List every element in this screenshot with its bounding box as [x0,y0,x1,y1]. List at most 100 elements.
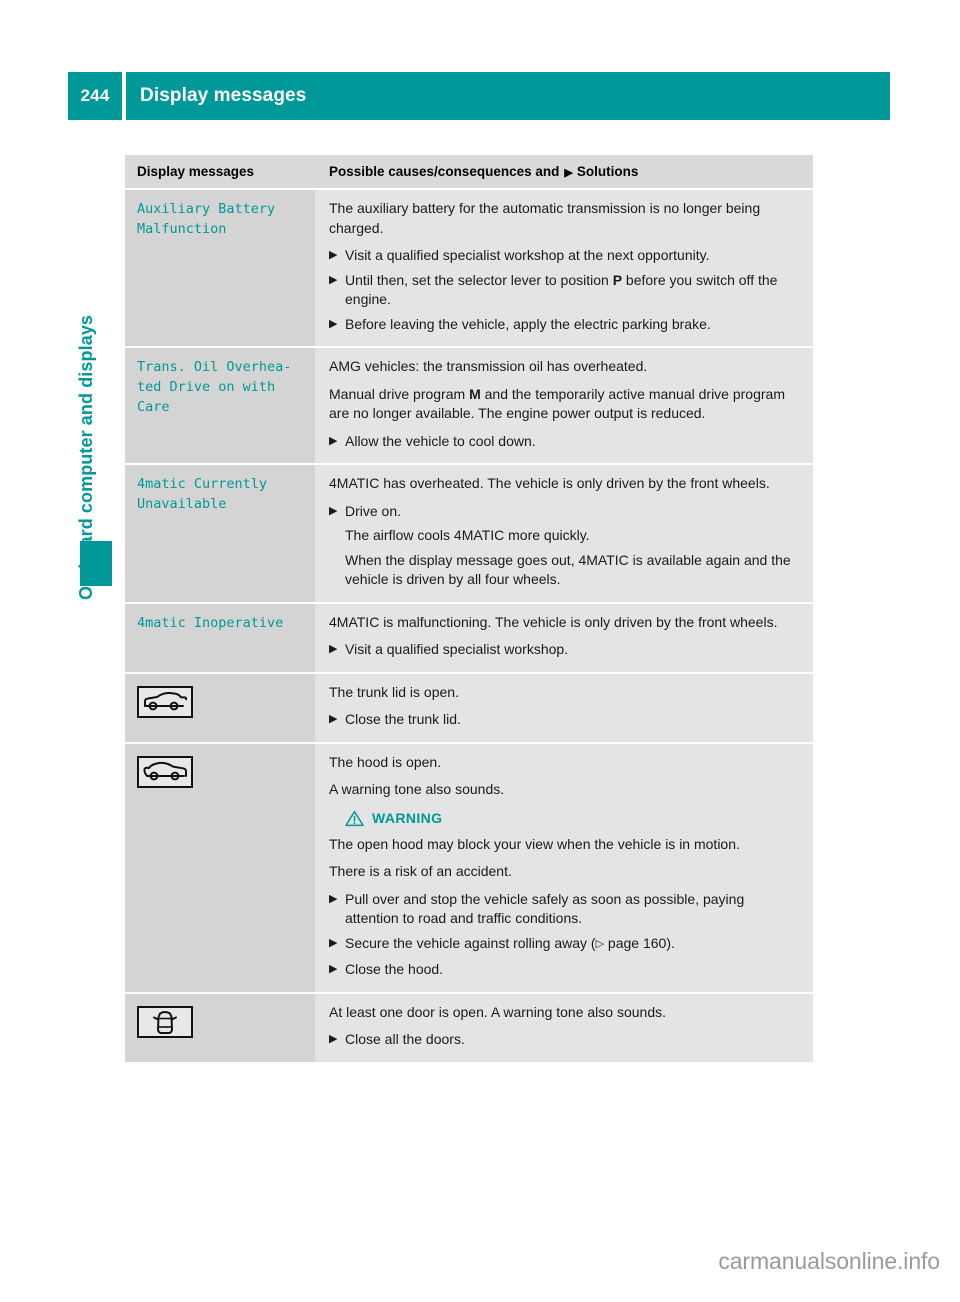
car-trunk-open-icon [137,685,193,718]
warning-label: WARNING [372,810,443,826]
solution-bullet: ▶ Close the trunk lid. [329,710,799,730]
chapter-marker [80,541,112,586]
table-row: Trans. Oil Overhea- ted Drive on with Ca… [125,346,813,464]
page-title: Display messages [140,85,307,106]
table-header: Display messages Possible causes/consequ… [125,155,813,189]
solution-bullet-text: Drive on. [345,502,402,519]
column-header-messages: Display messages [125,155,315,189]
solution-sub-line: The airflow cools 4MATIC more quickly. [345,527,590,543]
solution-bullet: ▶ Pull over and stop the vehicle safely a… [329,890,799,929]
column-header-solutions-suffix: Solutions [576,164,639,179]
table-row: The trunk lid is open. ▶ Close the trunk l… [125,671,813,743]
bullet-text-pre: Secure the vehicle against rolling away … [345,934,596,951]
solution-sub-line: When the display message goes out, 4MATI… [345,551,791,588]
message-cell [125,671,315,743]
bullet-arrow-icon: ▶ [329,713,338,725]
warning-notice: WARNING [329,810,799,827]
table-header-row: Display messages Possible causes/consequ… [125,155,813,189]
description-paragraph: AMG vehicles: the transmission oil has o… [329,358,648,374]
solution-bullet: ▶ Close all the doors. [329,1030,799,1050]
page-reference-icon: ▷ [595,937,605,950]
solution-bullet-text: Close the trunk lid. [345,711,461,727]
display-message-text: 4matic Inoperative [137,614,284,631]
column-header-solutions: Possible causes/consequences and ▶ Solutio… [315,155,813,189]
table-row: Auxiliary Battery Malfunction The auxilia… [125,188,813,347]
description-paragraph: A warning tone also sounds. [329,781,505,797]
solution-bullet-text: Secure the vehicle against rolling away … [345,934,799,956]
solution-bullet-text: Visit a qualified specialist workshop at… [345,247,710,263]
table-row: At least one door is open. A warning ton… [125,991,813,1062]
bullet-arrow-icon: ▶ [329,504,338,517]
gear-position-label: M [469,385,481,402]
solution-bullet-text: Allow the vehicle to cool down. [345,432,536,449]
description-paragraph: The hood is open. [329,753,442,770]
chapter-label: On-board computer and displays [75,314,96,600]
message-cell: 4matic Inoperative [125,601,315,673]
bullet-arrow-icon: ▶ [329,1033,338,1045]
description-paragraph: The trunk lid is open. [329,683,459,700]
solution-cell: The auxiliary battery for the automatic … [315,188,813,347]
car-door-open-icon [137,1005,193,1038]
solution-bullet-text: Until then, set the selector lever to po… [345,271,799,310]
bullet-arrow-icon: ▶ [329,963,338,975]
solution-cell: 4MATIC is malfunctioning. The vehicle is… [315,601,813,673]
solution-cell: The trunk lid is open. ▶ Close the trunk l… [315,671,813,743]
gear-position-label: P [612,271,623,288]
footer-watermark: carmanualsonline.info [718,1248,940,1274]
description-paragraph: 4MATIC has overheated. The vehicle is on… [329,475,770,491]
solution-bullet-text: Close all the doors. [345,1031,465,1047]
message-cell: Auxiliary Battery Malfunction [125,188,315,347]
message-cell: 4matic Currently Unavailable [125,463,315,603]
table-row: 4matic Currently Unavailable 4MATIC has o… [125,463,813,603]
description-paragraph: Manual drive program M and the temporari… [329,385,799,424]
column-header-solutions-prefix: Possible causes/consequences and [329,164,560,179]
bullet-arrow-icon: ▶ [329,892,338,905]
solution-cell: The hood is open. A warning tone also sou… [315,741,813,993]
table-row: The hood is open. A warning tone also sou… [125,741,813,993]
warning-triangle-icon [345,810,364,827]
solution-bullet: ▶ Before leaving the vehicle, apply the e… [329,315,799,335]
message-cell [125,991,315,1062]
bullet-arrow-icon: ▶ [329,434,338,447]
display-message-text: Trans. Oil Overhea- ted Drive on with Ca… [137,359,292,415]
solution-bullet-text: Before leaving the vehicle, apply the el… [345,315,711,332]
solution-bullet-text: Visit a qualified specialist workshop. [345,641,569,657]
description-paragraph: 4MATIC is malfunctioning. The vehicle is… [329,613,778,630]
solution-bullet: ▶ Until then, set the selector lever to p… [329,271,799,310]
chapter-side-tab: On-board computer and displays [60,160,112,600]
page-number: 244 [68,72,122,120]
bullet-arrow-icon: ▶ [329,936,338,949]
bullet-arrow-icon: ▶ [329,273,338,286]
display-messages-table: Display messages Possible causes/consequ… [125,155,813,1062]
page-reference-text[interactable]: page 160). [604,935,675,951]
solution-cell: At least one door is open. A warning ton… [315,991,813,1062]
description-paragraph: There is a risk of an accident. [329,863,512,879]
solution-bullet: ▶ Allow the vehicle to cool down. [329,432,799,452]
message-cell: Trans. Oil Overhea- ted Drive on with Ca… [125,346,315,464]
solution-bullet: ▶ Drive on. [329,502,799,522]
header-title-bar: Display messages [126,72,890,120]
solution-bullet-text: Pull over and stop the vehicle safely as… [345,890,745,927]
bullet-arrow-icon: ▶ [329,643,338,655]
table-row: 4matic Inoperative 4MATIC is malfunctioni… [125,601,813,673]
bullet-arrow-icon: ▶ [329,249,338,261]
solution-bullet: ▶ Secure the vehicle against rolling away… [329,934,799,956]
table-body: Auxiliary Battery Malfunction The auxilia… [125,188,813,1062]
solution-cell: 4MATIC has overheated. The vehicle is on… [315,463,813,603]
bullet-text-pre: Until then, set the selector lever to po… [345,271,613,288]
solution-cell: AMG vehicles: the transmission oil has o… [315,346,813,464]
solution-bullet: ▶ Close the hood. [329,960,799,980]
car-hood-open-icon [137,755,193,788]
description-paragraph: The auxiliary battery for the automatic … [329,200,761,236]
paragraph-text-pre: Manual drive program [329,385,470,402]
display-message-text: Auxiliary Battery Malfunction [137,201,276,237]
solution-bullet: ▶ Visit a qualified specialist workshop a… [329,246,799,266]
display-message-text: 4matic Currently Unavailable [137,476,268,512]
bullet-arrow-icon: ▶ [329,317,338,330]
description-paragraph: At least one door is open. A warning ton… [329,1003,667,1020]
page-header: 244 Display messages [68,72,890,120]
solution-arrow-icon: ▶ [564,167,573,179]
solution-bullet-text: Close the hood. [345,961,444,977]
description-paragraph: The open hood may block your view when t… [329,835,740,852]
solution-bullet: ▶ Visit a qualified specialist workshop. [329,640,799,660]
